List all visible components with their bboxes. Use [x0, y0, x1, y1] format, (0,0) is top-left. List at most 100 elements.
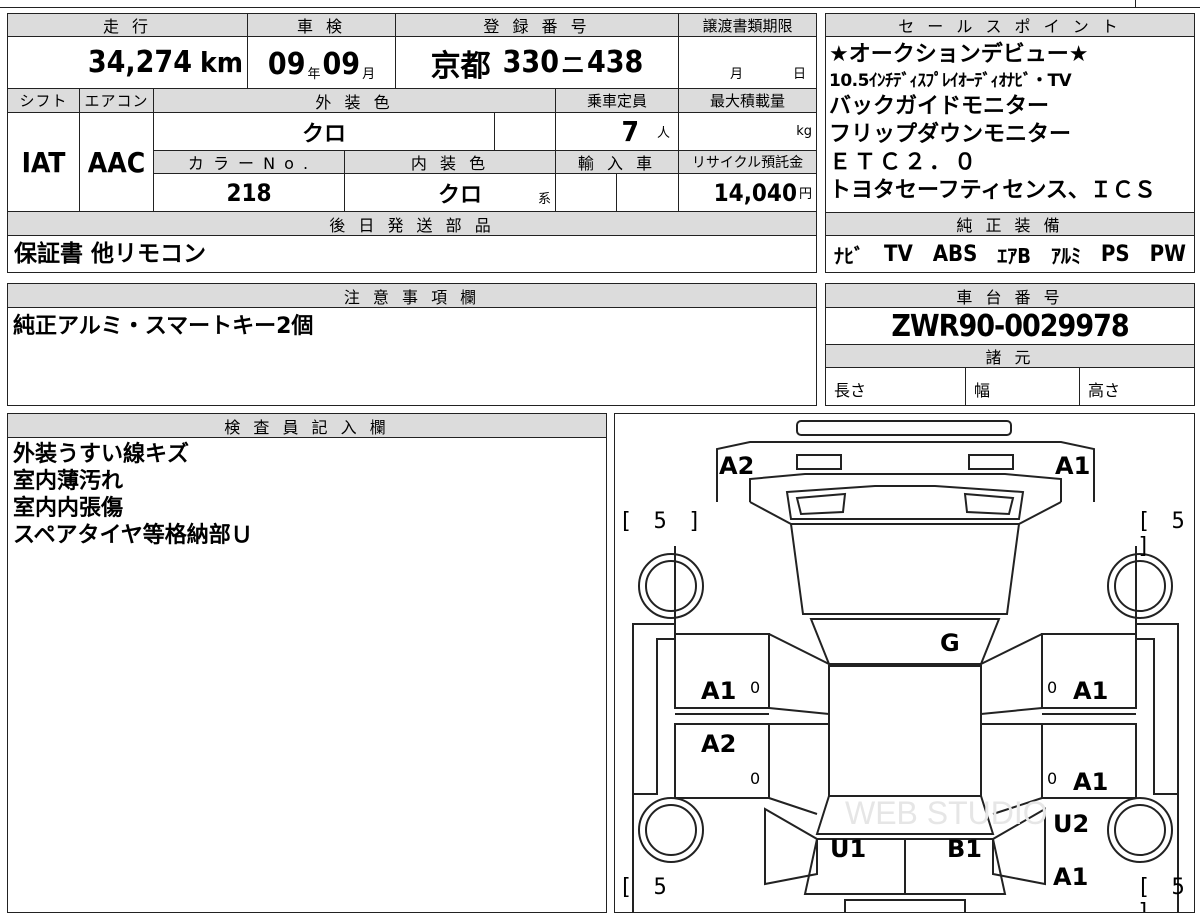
car-diagram-panel: WEB STUDIO [ 5 ] [ 5 ] [ 5 [ 5 ] A2 A1 G…: [614, 413, 1195, 913]
exterior-color-header: 外 装 色: [154, 89, 556, 113]
exterior-color-extra-cell: [495, 113, 556, 151]
inspection-header: 車 検: [248, 14, 396, 37]
inspector-line: 室内内張傷: [13, 496, 124, 521]
front-bumper: [796, 420, 1012, 436]
front-outline: [716, 441, 1095, 502]
headlight-right: [968, 454, 1014, 470]
tire-rating-front-right: [ 5 ]: [1137, 509, 1189, 559]
later-parts-value: 保証書 他リモコン: [14, 240, 207, 267]
exterior-color-cell: クロ: [154, 113, 495, 151]
specs-width-cell: 幅: [966, 368, 1080, 405]
grille-left-slot: [795, 492, 847, 516]
interior-color-cell: クロ 系: [345, 174, 556, 212]
mileage-cell: 34,274 km: [8, 37, 248, 89]
import-header: 輸 入 車: [556, 151, 679, 174]
sales-point-line: 10.5ｲﾝﾁﾃﾞｨｽﾌﾟﾚｲｵｰﾃﾞｨｵﾅﾋﾞ・TV: [829, 71, 1072, 91]
interior-color-unit: 系: [537, 192, 551, 207]
capacity-unit: 人: [656, 126, 670, 141]
mark-rear-left: U1: [830, 835, 867, 863]
mark-front-left: A2: [719, 452, 755, 480]
equipment-item: ｱﾙﾐ: [1050, 243, 1081, 268]
mark-right-rear-door: A1: [1073, 768, 1109, 796]
tire-rating-rear-left: [ 5: [619, 875, 671, 900]
tire-front-right: [1107, 553, 1173, 619]
later-parts-cell: 保証書 他リモコン: [8, 236, 816, 272]
sales-point-line: ＥＴＣ２．０: [829, 150, 980, 175]
right-fender: [1135, 623, 1178, 795]
tire-rear-right: [1107, 797, 1173, 863]
left-fender: [633, 623, 676, 795]
transfer-deadline-cell: 月 日: [679, 37, 816, 89]
registration-number: 330: [502, 45, 559, 80]
inspection-year-unit: 年: [307, 67, 321, 82]
tire-front-left: [638, 553, 704, 619]
specs-height-label: 高さ: [1088, 381, 1121, 400]
shift-header: シフト: [8, 89, 80, 113]
mark-right-front-door: A1: [1073, 677, 1109, 705]
inspection-month-unit: 月: [362, 67, 376, 82]
interior-color-value: クロ: [437, 182, 482, 208]
inspector-header: 検 査 員 記 入 欄: [8, 414, 606, 438]
inspector-line: 室内薄汚れ: [13, 469, 124, 494]
grille-right-slot: [963, 492, 1015, 516]
aircon-cell: AAC: [80, 113, 154, 212]
mileage-unit: km: [200, 46, 243, 79]
mark-right-quarter: U2: [1053, 810, 1090, 838]
color-no-cell: 218: [154, 174, 345, 212]
color-no-value: 218: [226, 178, 272, 207]
genuine-equipment-list: ﾅﾋﾞ TV ABS ｴｱB ｱﾙﾐ PS PW: [826, 236, 1194, 272]
registration-separator: ニ: [561, 51, 585, 79]
specs-length-label: 長さ: [834, 381, 867, 400]
car-diagram-svg: WEB STUDIO: [632, 420, 1179, 912]
import-cell-right: [617, 174, 679, 212]
equipment-item: ｴｱB: [997, 243, 1032, 268]
tire-rating-front-left: [ 5 ]: [619, 509, 706, 534]
rear-bumper: [844, 899, 966, 912]
watermark: WEB STUDIO: [845, 795, 1048, 831]
mark-rear-right: A1: [1053, 863, 1089, 891]
max-load-cell: kg: [679, 113, 816, 151]
max-load-unit: kg: [796, 124, 812, 139]
registration-cell: 京都 330 ニ 438: [396, 37, 679, 89]
exterior-color-value: クロ: [301, 121, 346, 147]
shift-value: IAT: [21, 145, 66, 179]
tire-rating-rear-right: [ 5 ]: [1137, 875, 1189, 913]
chassis-header: 車 台 番 号: [826, 284, 1194, 308]
shift-cell: IAT: [8, 113, 80, 212]
transfer-deadline-header: 譲渡書類期限: [679, 14, 816, 37]
recycle-cell: 14,040 円: [679, 174, 816, 212]
inspection-month: 09: [322, 47, 361, 82]
sales-points-header: セ ー ル ス ポ イ ン ト: [826, 14, 1194, 37]
interior-color-header: 内 装 色: [345, 151, 556, 174]
aircon-header: エアコン: [80, 89, 154, 113]
registration-plate: 438: [587, 45, 644, 80]
max-load-header: 最大積載量: [679, 89, 816, 113]
recycle-unit: 円: [798, 187, 812, 202]
hood: [789, 523, 1021, 615]
sales-points-list: ★オークションデビュー★ 10.5ｲﾝﾁﾃﾞｨｽﾌﾟﾚｲｵｰﾃﾞｨｵﾅﾋﾞ・TV…: [829, 41, 1191, 211]
sales-point-line: バックガイドモニター: [829, 94, 1050, 119]
windshield: [809, 618, 1001, 665]
roof: [828, 665, 982, 797]
inspector-line: スペアタイヤ等格納部Ｕ: [13, 523, 253, 548]
mark-zero: 0: [1047, 678, 1058, 697]
capacity-value: 7: [621, 115, 639, 148]
mark-left-rear-door: A2: [701, 730, 737, 758]
mark-rear-center: B1: [947, 835, 982, 863]
inspection-cell: 09 年 09 月: [248, 37, 396, 89]
registration-header: 登 録 番 号: [396, 14, 679, 37]
aircon-value: AAC: [87, 145, 146, 179]
mileage-value: 34,274: [87, 45, 192, 80]
capacity-cell: 7 人: [556, 113, 679, 151]
inspector-notes: 外装うすい線キズ 室内薄汚れ 室内内張傷 スペアタイヤ等格納部Ｕ: [13, 441, 593, 549]
genuine-equipment-header: 純 正 装 備: [826, 212, 1194, 236]
mark-left-front-door: A1: [701, 677, 737, 705]
specs-width-label: 幅: [974, 381, 991, 400]
registration-region: 京都: [430, 48, 491, 84]
sales-point-line: フリップダウンモニター: [829, 122, 1072, 147]
notes-value: 純正アルミ・スマートキー2個: [13, 314, 314, 339]
headlight-left: [796, 454, 842, 470]
grille: [785, 485, 1025, 520]
specs-height-cell: 高さ: [1080, 368, 1194, 405]
notes-header: 注 意 事 項 欄: [8, 284, 816, 308]
